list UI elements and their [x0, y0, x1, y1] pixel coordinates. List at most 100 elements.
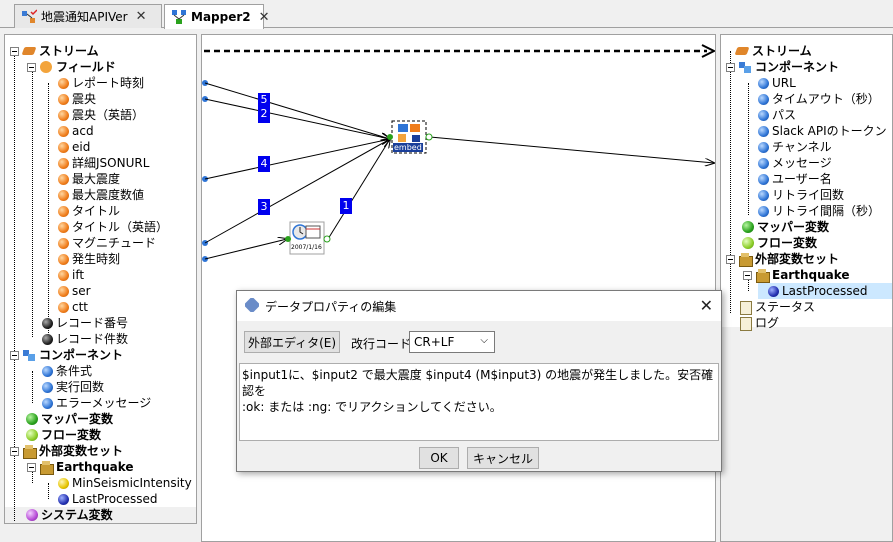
- field-dot-icon: [58, 77, 69, 89]
- tree-log[interactable]: ログ: [738, 315, 779, 331]
- collapse-icon[interactable]: [27, 62, 36, 72]
- property-dot-icon: [758, 157, 769, 169]
- external-editor-button[interactable]: 外部エディタ(E): [244, 331, 340, 353]
- tree-component-item[interactable]: 実行回数: [42, 379, 104, 395]
- link-number-label: 52: [258, 93, 270, 123]
- tree-fields[interactable]: フィールド: [27, 59, 116, 75]
- tree-field-item[interactable]: ser: [58, 283, 91, 299]
- tree-field-item[interactable]: マグニチュード: [58, 235, 156, 251]
- log-doc-icon: [738, 316, 752, 331]
- collapse-icon[interactable]: [726, 254, 735, 264]
- mapping-line[interactable]: [204, 82, 390, 139]
- mapper-icon: [171, 9, 187, 25]
- collapse-icon[interactable]: [10, 350, 19, 360]
- tree-component-item[interactable]: リトライ回数: [758, 187, 844, 203]
- var-set-icon: [755, 268, 770, 283]
- close-icon[interactable]: ✕: [136, 9, 147, 24]
- tree-ext-var-item-selected[interactable]: LastProcessed: [758, 283, 892, 299]
- collapse-icon[interactable]: [10, 46, 19, 56]
- field-dot-icon: [58, 269, 69, 281]
- cancel-button[interactable]: キャンセル: [467, 447, 539, 469]
- tab-label: Mapper2: [191, 10, 251, 24]
- tree-field-item[interactable]: acd: [58, 123, 94, 139]
- tree-ext-var-set[interactable]: 外部変数セット: [10, 443, 123, 459]
- tree-earthquake[interactable]: Earthquake: [27, 459, 134, 475]
- property-value-textarea[interactable]: $input1に、$input2 で最大震度 $input4 (M$input3…: [239, 363, 719, 441]
- tab-earthquake-api[interactable]: 地震通知APIVer ✕: [14, 4, 162, 28]
- tree-component[interactable]: コンポーネント: [10, 347, 123, 363]
- tree-record-number[interactable]: レコード番号: [42, 315, 128, 331]
- close-icon[interactable]: ✕: [700, 296, 713, 315]
- tab-mapper2[interactable]: Mapper2 ✕: [164, 4, 270, 29]
- tree-component-item[interactable]: パス: [758, 107, 796, 123]
- tree-component-item[interactable]: リトライ間隔（秒）: [758, 203, 880, 219]
- collapse-icon[interactable]: [743, 270, 752, 280]
- field-dot-icon: [58, 125, 69, 137]
- arrow-icon: [701, 44, 715, 58]
- collapse-icon[interactable]: [726, 62, 735, 72]
- tree-mapper-vars[interactable]: マッパー変数: [26, 411, 113, 427]
- tree-field-item[interactable]: 詳細JSONURL: [58, 155, 149, 171]
- tree-ext-var-item[interactable]: MinSeismicIntensity: [58, 475, 192, 491]
- tree-component-item[interactable]: タイムアウト（秒）: [758, 91, 880, 107]
- tree-ext-var-item[interactable]: LastProcessed: [58, 491, 158, 507]
- mapping-line[interactable]: [429, 136, 714, 163]
- tree-status[interactable]: ステータス: [738, 299, 815, 315]
- mapping-line[interactable]: [327, 139, 390, 240]
- tree-component-item[interactable]: チャンネル: [758, 139, 832, 155]
- tree-flow-vars[interactable]: フロー変数: [26, 427, 101, 443]
- tree-record-count[interactable]: レコード件数: [42, 331, 128, 347]
- tree-component-item[interactable]: URL: [758, 75, 796, 91]
- tree-field-item[interactable]: ctt: [58, 299, 88, 315]
- embed-label: embed: [393, 143, 423, 152]
- newline-code-select[interactable]: CR+LF ⌵: [409, 331, 495, 353]
- collapse-icon[interactable]: [10, 446, 19, 456]
- field-dot-icon: [58, 205, 69, 217]
- mapping-line[interactable]: [204, 139, 390, 180]
- tree-field-item[interactable]: 最大震度数値: [58, 187, 144, 203]
- target-tree-panel: ストリーム コンポーネント URL タイムアウト（秒） パス Slack API…: [720, 34, 893, 542]
- tree-field-item[interactable]: ift: [58, 267, 84, 283]
- tree-field-item[interactable]: タイトル: [58, 203, 120, 219]
- field-dot-icon: [58, 141, 69, 153]
- flow-var-icon: [26, 429, 38, 441]
- tree-flow-vars[interactable]: フロー変数: [742, 235, 817, 251]
- tree-component-item[interactable]: ユーザー名: [758, 171, 832, 187]
- tree-component-item[interactable]: エラーメッセージ: [42, 395, 151, 411]
- editor-tab-bar: 地震通知APIVer ✕ Mapper2 ✕: [0, 0, 893, 29]
- close-icon[interactable]: ✕: [259, 10, 270, 25]
- tab-label: 地震通知APIVer: [41, 10, 128, 24]
- tree-field-item[interactable]: タイトル（英語）: [58, 219, 168, 235]
- tree-stream[interactable]: ストリーム: [735, 43, 812, 59]
- stream-icon: [22, 44, 36, 58]
- ok-button[interactable]: OK: [419, 447, 459, 469]
- tree-field-item[interactable]: レポート時刻: [58, 75, 144, 91]
- tree-earthquake[interactable]: Earthquake: [743, 267, 850, 283]
- mapping-line[interactable]: [204, 98, 390, 139]
- tree-field-item[interactable]: eid: [58, 139, 90, 155]
- tree-component-item[interactable]: Slack APIのトークン: [758, 123, 887, 139]
- var-set-icon: [39, 460, 54, 475]
- field-dot-icon: [58, 285, 69, 297]
- tree-field-item[interactable]: 震央（英語）: [58, 107, 144, 123]
- record-dot-icon: [42, 317, 53, 329]
- mapping-line[interactable]: [204, 239, 287, 260]
- field-dot-icon: [58, 253, 69, 265]
- tree-field-item[interactable]: 震央: [58, 91, 96, 107]
- tree-field-item[interactable]: 発生時刻: [58, 251, 120, 267]
- tree-component-item[interactable]: 条件式: [42, 363, 92, 379]
- tree-field-item[interactable]: 最大震度: [58, 171, 120, 187]
- tree-ext-var-set[interactable]: 外部変数セット: [726, 251, 839, 267]
- tree-system-vars[interactable]: システム変数: [26, 507, 113, 523]
- collapse-icon[interactable]: [27, 462, 36, 472]
- tree-mapper-vars[interactable]: マッパー変数: [742, 219, 829, 235]
- flow-icon: [21, 8, 38, 25]
- dialog-app-icon: [243, 296, 261, 315]
- ext-var-dot-icon: [58, 477, 69, 489]
- field-dot-icon: [58, 109, 69, 121]
- tree-component[interactable]: コンポーネント: [726, 59, 839, 75]
- mapper-var-icon: [26, 413, 38, 425]
- tree-stream[interactable]: ストリーム: [10, 43, 99, 59]
- property-dot-icon: [42, 397, 53, 409]
- tree-component-item[interactable]: メッセージ: [758, 155, 832, 171]
